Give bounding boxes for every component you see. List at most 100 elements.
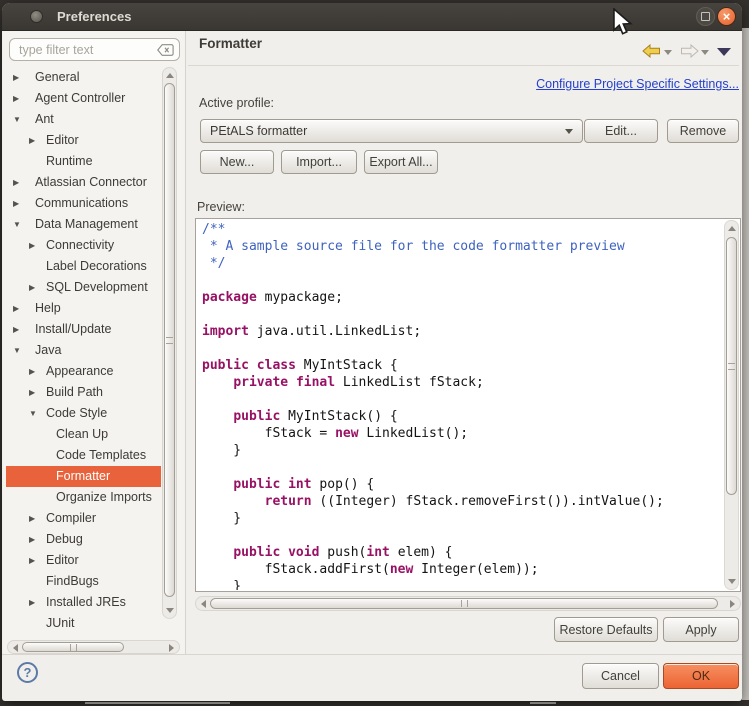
tree-item-install-update[interactable]: ▶Install/Update xyxy=(6,319,161,340)
expand-arrow-icon[interactable]: ▶ xyxy=(29,382,35,403)
scrollbar-thumb[interactable] xyxy=(164,83,175,597)
apply-button[interactable]: Apply xyxy=(663,617,739,642)
export-all-button[interactable]: Export All... xyxy=(364,150,438,174)
expand-arrow-icon[interactable]: ▶ xyxy=(13,193,19,214)
scrollbar-thumb[interactable] xyxy=(726,237,737,495)
tree-item-runtime[interactable]: Runtime xyxy=(6,151,161,172)
view-menu-icon[interactable] xyxy=(717,48,731,56)
tree-item-communications[interactable]: ▶Communications xyxy=(6,193,161,214)
tree-item-formatter[interactable]: Formatter xyxy=(6,466,161,487)
expand-arrow-icon[interactable]: ▶ xyxy=(13,88,19,109)
expand-arrow-icon[interactable]: ▶ xyxy=(29,529,35,550)
scroll-up-icon[interactable] xyxy=(728,226,736,231)
active-profile-select[interactable]: PEtALS formatter xyxy=(200,119,583,143)
preview-vertical-scrollbar[interactable] xyxy=(724,220,739,590)
code-preview[interactable]: /** * A sample source file for the code … xyxy=(195,218,741,592)
cancel-button[interactable]: Cancel xyxy=(582,663,659,689)
expand-arrow-icon[interactable]: ▶ xyxy=(29,235,35,256)
expand-arrow-icon[interactable]: ▶ xyxy=(13,298,19,319)
tree-item-editor[interactable]: ▶Editor xyxy=(6,550,161,571)
tree-item-organize-imports[interactable]: Organize Imports xyxy=(6,487,161,508)
tree-item-agent-controller[interactable]: ▶Agent Controller xyxy=(6,88,161,109)
tree-item-label: Code Templates xyxy=(6,445,161,466)
tree-item-java[interactable]: ▼Java xyxy=(6,340,161,361)
ok-button[interactable]: OK xyxy=(663,663,739,689)
scroll-down-icon[interactable] xyxy=(728,579,736,584)
tree-item-label: JUnit xyxy=(6,613,161,634)
edit-button[interactable]: Edit... xyxy=(584,119,658,143)
collapse-arrow-icon[interactable]: ▼ xyxy=(13,109,21,130)
expand-arrow-icon[interactable]: ▶ xyxy=(29,592,35,613)
tree-item-compiler[interactable]: ▶Compiler xyxy=(6,508,161,529)
tree-item-junit[interactable]: JUnit xyxy=(6,613,161,634)
expand-arrow-icon[interactable]: ▶ xyxy=(13,319,19,340)
collapse-arrow-icon[interactable]: ▼ xyxy=(13,340,21,361)
clear-filter-icon[interactable] xyxy=(157,44,174,56)
tree-item-code-style[interactable]: ▼Code Style xyxy=(6,403,161,424)
expand-arrow-icon[interactable]: ▶ xyxy=(13,67,19,88)
code-line xyxy=(202,459,720,476)
help-icon[interactable]: ? xyxy=(17,662,38,683)
tree-item-appearance[interactable]: ▶Appearance xyxy=(6,361,161,382)
configure-project-link[interactable]: Configure Project Specific Settings... xyxy=(536,77,739,91)
window-icon xyxy=(30,10,43,23)
tree-item-editor[interactable]: ▶Editor xyxy=(6,130,161,151)
tree-item-findbugs[interactable]: FindBugs xyxy=(6,571,161,592)
expand-arrow-icon[interactable]: ▶ xyxy=(29,361,35,382)
scrollbar-grip xyxy=(728,363,735,370)
scroll-left-icon[interactable] xyxy=(13,644,18,652)
window-titlebar[interactable]: Preferences × xyxy=(2,3,742,31)
scrollbar-grip xyxy=(461,600,468,607)
collapse-arrow-icon[interactable]: ▼ xyxy=(29,403,37,424)
forward-arrow-icon[interactable] xyxy=(680,44,699,58)
expand-arrow-icon[interactable]: ▶ xyxy=(13,172,19,193)
scroll-right-icon[interactable] xyxy=(169,644,174,652)
tree-item-installed-jres[interactable]: ▶Installed JREs xyxy=(6,592,161,613)
tree-item-ant[interactable]: ▼Ant xyxy=(6,109,161,130)
expand-arrow-icon[interactable]: ▶ xyxy=(29,550,35,571)
scrollbar-thumb[interactable] xyxy=(210,598,718,609)
tree-item-build-path[interactable]: ▶Build Path xyxy=(6,382,161,403)
back-history-icon[interactable] xyxy=(664,50,672,55)
header-divider xyxy=(188,65,739,66)
expand-arrow-icon[interactable]: ▶ xyxy=(29,277,35,298)
expand-arrow-icon[interactable]: ▶ xyxy=(29,508,35,529)
import-button[interactable]: Import... xyxy=(281,150,357,174)
scroll-right-icon[interactable] xyxy=(730,600,735,608)
tree-item-code-templates[interactable]: Code Templates xyxy=(6,445,161,466)
tree-item-help[interactable]: ▶Help xyxy=(6,298,161,319)
tree-vertical-scrollbar[interactable] xyxy=(162,67,177,619)
tree-item-sql-development[interactable]: ▶SQL Development xyxy=(6,277,161,298)
tree-horizontal-scrollbar[interactable] xyxy=(7,640,180,654)
tree-item-label: Clean Up xyxy=(6,424,161,445)
restore-defaults-button[interactable]: Restore Defaults xyxy=(554,617,658,642)
tree-item-label: Java xyxy=(6,340,161,361)
background-artifact xyxy=(85,702,230,704)
close-button[interactable]: × xyxy=(717,7,736,26)
forward-history-icon[interactable] xyxy=(701,50,709,55)
back-arrow-icon[interactable] xyxy=(642,44,661,58)
scrollbar-grip xyxy=(70,644,77,651)
collapse-arrow-icon[interactable]: ▼ xyxy=(13,214,21,235)
scrollbar-thumb[interactable] xyxy=(22,642,124,652)
expand-arrow-icon[interactable]: ▶ xyxy=(29,130,35,151)
tree-item-data-management[interactable]: ▼Data Management xyxy=(6,214,161,235)
tree-item-general[interactable]: ▶General xyxy=(6,67,161,88)
tree-item-connectivity[interactable]: ▶Connectivity xyxy=(6,235,161,256)
remove-button[interactable]: Remove xyxy=(667,119,739,143)
code-line: return ((Integer) fStack.removeFirst()).… xyxy=(202,493,720,510)
tree-item-debug[interactable]: ▶Debug xyxy=(6,529,161,550)
scroll-left-icon[interactable] xyxy=(201,600,206,608)
background-artifact xyxy=(530,702,556,704)
tree-item-atlassian-connector[interactable]: ▶Atlassian Connector xyxy=(6,172,161,193)
scroll-down-icon[interactable] xyxy=(166,608,174,613)
scroll-up-icon[interactable] xyxy=(166,73,174,78)
filter-input[interactable] xyxy=(17,42,157,58)
tree-item-label: Agent Controller xyxy=(6,88,161,109)
maximize-button[interactable] xyxy=(696,7,715,26)
tree-item-clean-up[interactable]: Clean Up xyxy=(6,424,161,445)
new-button[interactable]: New... xyxy=(200,150,274,174)
tree-item-label-decorations[interactable]: Label Decorations xyxy=(6,256,161,277)
preview-horizontal-scrollbar[interactable] xyxy=(195,596,741,611)
filter-field[interactable] xyxy=(9,38,180,61)
